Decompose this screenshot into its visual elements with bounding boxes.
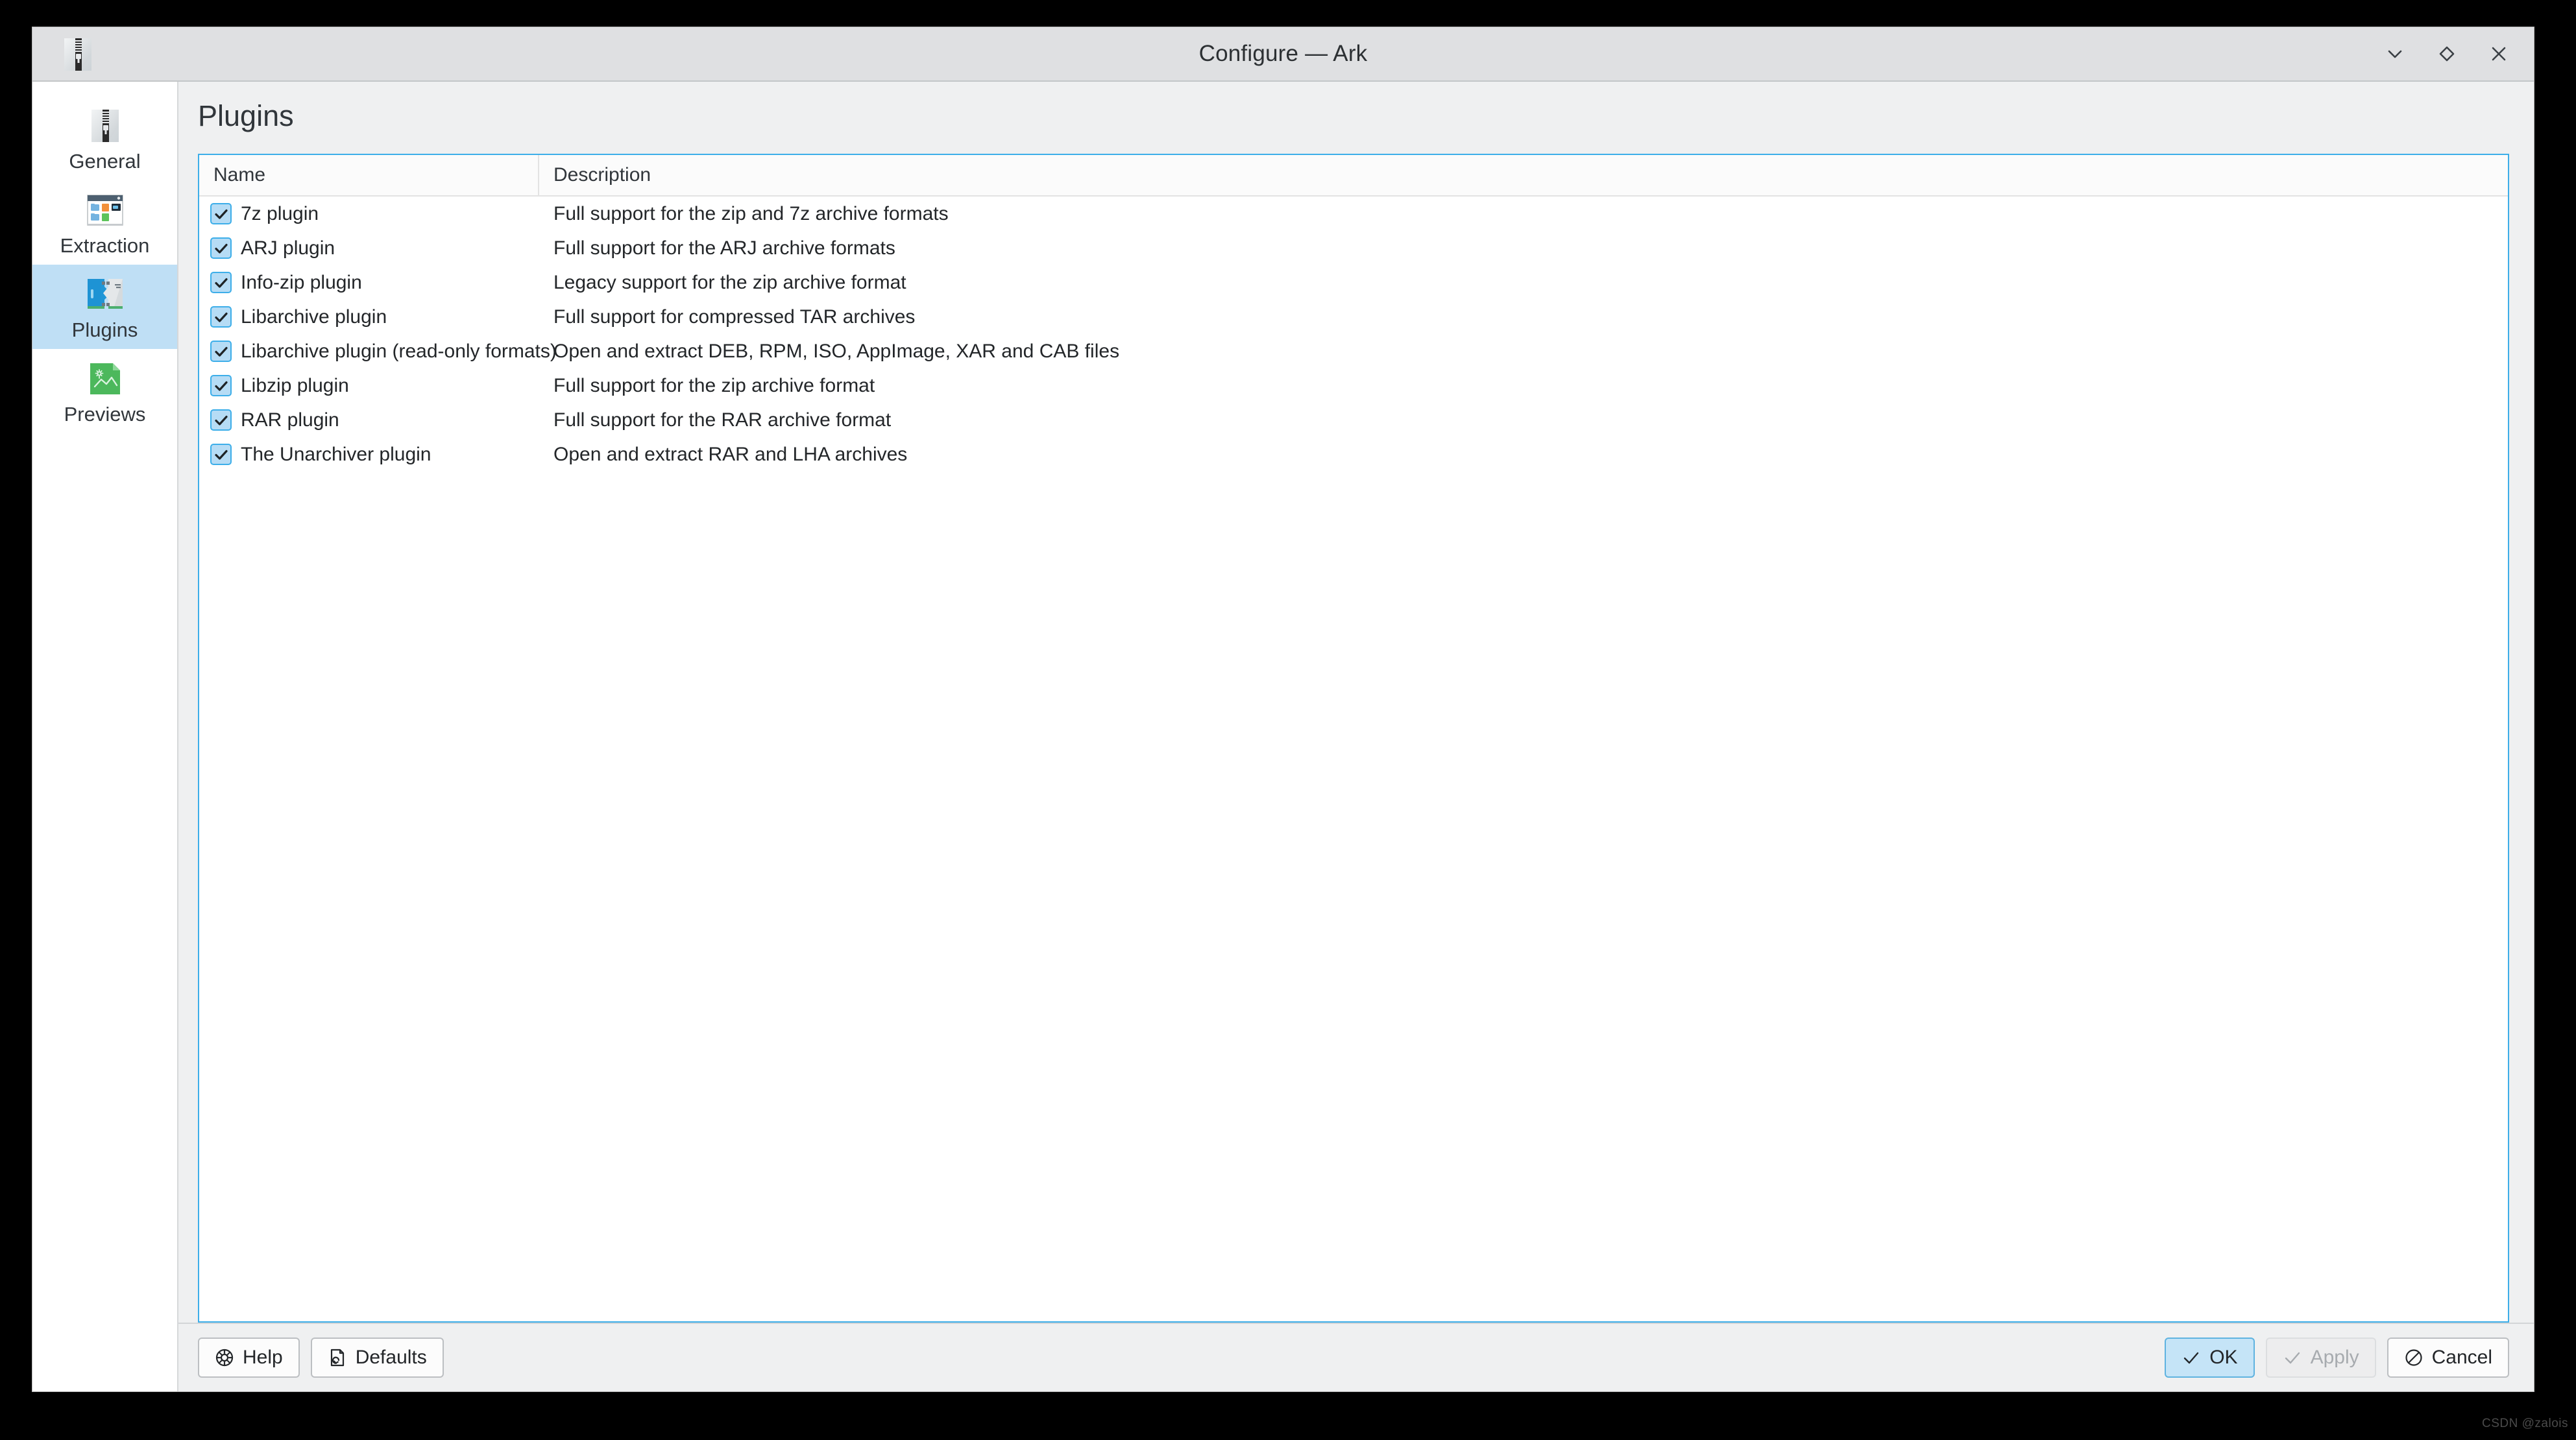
check-icon <box>214 278 228 288</box>
ok-label: OK <box>2209 1347 2238 1368</box>
settings-content: Plugins Name Description 7z plugin Full … <box>178 82 2534 1391</box>
check-icon <box>214 450 228 460</box>
window-controls <box>2382 27 2512 80</box>
ok-button[interactable]: OK <box>2165 1338 2255 1378</box>
plugins-list-view[interactable]: Name Description 7z plugin Full support <box>198 154 2509 1323</box>
close-icon <box>2488 43 2509 64</box>
minimize-button[interactable] <box>2382 41 2408 67</box>
plugin-description: Full support for the zip and 7z archive … <box>553 202 949 224</box>
document-revert-icon <box>328 1348 347 1367</box>
chevron-down-icon <box>2385 43 2405 64</box>
table-row[interactable]: Libarchive plugin (read-only formats) Op… <box>199 334 2508 368</box>
plugin-checkbox[interactable] <box>210 237 232 259</box>
image-preview-icon <box>84 358 126 400</box>
plugin-checkbox[interactable] <box>210 375 232 396</box>
plugin-puzzle-icon <box>84 274 126 315</box>
row-name-cell: RAR plugin <box>199 409 539 431</box>
folder-window-icon <box>84 189 126 231</box>
table-row[interactable]: 7z plugin Full support for the zip and 7… <box>199 197 2508 231</box>
column-header-description[interactable]: Description <box>539 155 2508 195</box>
check-icon <box>2283 1348 2302 1367</box>
screen: Configure — Ark General Extraction Plugi… <box>0 0 2576 1440</box>
plugin-description: Legacy support for the zip archive forma… <box>553 271 906 293</box>
row-name-cell: 7z plugin <box>199 203 539 225</box>
plugin-description: Full support for the RAR archive format <box>553 409 892 431</box>
diamond-icon <box>2436 43 2457 64</box>
defaults-button[interactable]: Defaults <box>310 1338 444 1378</box>
plugin-checkbox[interactable] <box>210 409 232 431</box>
table-row[interactable]: ARJ plugin Full support for the ARJ arch… <box>199 231 2508 265</box>
window-body: General Extraction Plugins Previews Plug… <box>32 82 2534 1391</box>
plugin-checkbox[interactable] <box>210 272 232 293</box>
table-row[interactable]: RAR plugin Full support for the RAR arch… <box>199 403 2508 437</box>
cancel-button[interactable]: Cancel <box>2387 1338 2509 1378</box>
window-title: Configure — Ark <box>1198 41 1368 66</box>
watermark: CSDN @zalois <box>2482 1417 2568 1430</box>
page-title: Plugins <box>198 99 294 132</box>
check-icon <box>214 415 228 426</box>
row-name-cell: The Unarchiver plugin <box>199 444 539 466</box>
sidebar-item-general[interactable]: General <box>32 96 177 180</box>
sidebar-item-label: Extraction <box>60 234 150 258</box>
settings-sidebar: General Extraction Plugins Previews <box>32 82 178 1391</box>
check-icon <box>214 209 228 219</box>
footer-left-group: Help Defaults <box>198 1338 444 1378</box>
plugin-checkbox[interactable] <box>210 203 232 224</box>
row-name-cell: Libzip plugin <box>199 375 539 397</box>
plugin-description: Full support for the zip archive format <box>553 374 875 396</box>
archive-zip-icon <box>84 105 126 147</box>
cancel-label: Cancel <box>2431 1347 2492 1368</box>
plugin-name: 7z plugin <box>241 202 319 224</box>
plugin-description: Open and extract RAR and LHA archives <box>553 443 908 465</box>
close-button[interactable] <box>2486 41 2512 67</box>
plugin-name: ARJ plugin <box>241 237 335 259</box>
table-row[interactable]: Libarchive plugin Full support for compr… <box>199 300 2508 334</box>
plugin-name: Info-zip plugin <box>241 271 362 293</box>
title-bar: Configure — Ark <box>32 27 2534 82</box>
check-icon <box>2181 1348 2201 1367</box>
sidebar-item-label: General <box>69 150 141 173</box>
table-row[interactable]: The Unarchiver plugin Open and extract R… <box>199 437 2508 472</box>
lifebuoy-icon <box>215 1348 234 1367</box>
configure-ark-window: Configure — Ark General Extraction Plugi… <box>32 27 2534 1391</box>
check-icon <box>214 243 228 254</box>
row-name-cell: Libarchive plugin <box>199 306 539 328</box>
plugin-name: RAR plugin <box>241 409 339 431</box>
defaults-label: Defaults <box>355 1347 427 1368</box>
plugin-name: The Unarchiver plugin <box>241 443 431 465</box>
maximize-button[interactable] <box>2434 41 2460 67</box>
row-name-cell: Info-zip plugin <box>199 272 539 294</box>
help-button[interactable]: Help <box>198 1338 300 1378</box>
plugin-name: Libzip plugin <box>241 374 349 396</box>
plugin-description: Full support for the ARJ archive formats <box>553 237 895 259</box>
check-icon <box>214 381 228 391</box>
sidebar-item-previews[interactable]: Previews <box>32 349 177 433</box>
sidebar-item-label: Previews <box>64 403 146 426</box>
check-icon <box>214 312 228 322</box>
sidebar-item-extraction[interactable]: Extraction <box>32 180 177 265</box>
check-icon <box>214 346 228 357</box>
plugin-checkbox[interactable] <box>210 306 232 328</box>
footer-right-group: OK Apply Cancel <box>2165 1338 2509 1378</box>
no-entry-icon <box>2404 1348 2424 1367</box>
column-header-name[interactable]: Name <box>199 155 539 195</box>
apply-button[interactable]: Apply <box>2265 1338 2376 1378</box>
help-label: Help <box>243 1347 283 1368</box>
plugin-checkbox[interactable] <box>210 444 232 465</box>
table-row[interactable]: Libzip plugin Full support for the zip a… <box>199 368 2508 403</box>
sidebar-item-label: Plugins <box>71 318 138 342</box>
plugin-description: Open and extract DEB, RPM, ISO, AppImage… <box>553 340 1120 362</box>
apply-label: Apply <box>2310 1347 2359 1368</box>
table-header-row: Name Description <box>199 155 2508 197</box>
row-name-cell: Libarchive plugin (read-only formats) <box>199 341 557 363</box>
plugin-checkbox[interactable] <box>210 341 232 362</box>
plugin-description: Full support for compressed TAR archives <box>553 306 916 328</box>
plugin-name: Libarchive plugin (read-only formats) <box>241 340 557 362</box>
plugin-name: Libarchive plugin <box>241 306 387 328</box>
table-body: 7z plugin Full support for the zip and 7… <box>199 197 2508 1321</box>
dialog-button-bar: Help Defaults OK Apply Cancel <box>178 1323 2534 1391</box>
row-name-cell: ARJ plugin <box>199 237 539 259</box>
table-row[interactable]: Info-zip plugin Legacy support for the z… <box>199 265 2508 300</box>
sidebar-item-plugins[interactable]: Plugins <box>32 265 177 350</box>
